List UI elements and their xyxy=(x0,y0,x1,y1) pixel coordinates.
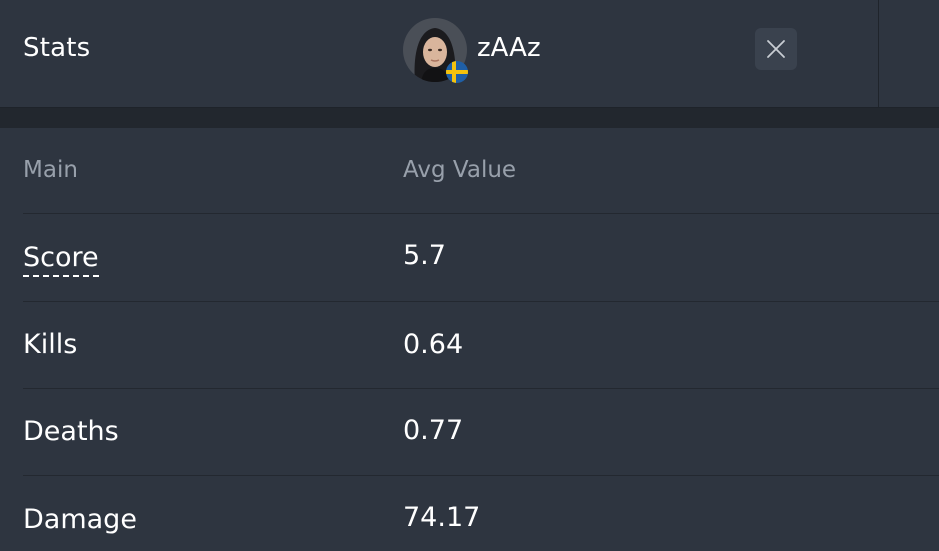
stat-value-deaths: 0.77 xyxy=(403,415,464,446)
player-info: zAAz xyxy=(403,18,541,83)
panel-title: Stats xyxy=(23,33,91,63)
stat-value-damage: 74.17 xyxy=(403,502,481,533)
stat-value-score: 5.7 xyxy=(403,240,446,271)
close-button[interactable] xyxy=(755,28,797,70)
header-divider xyxy=(878,0,879,107)
table-row: Deaths 0.77 xyxy=(0,389,939,477)
score-tooltip-label[interactable]: Score xyxy=(23,242,99,277)
stats-table: Main Avg Value Score 5.7 Kills 0.64 Deat… xyxy=(0,128,939,551)
column-header-avg-value: Avg Value xyxy=(403,157,517,183)
column-header-main: Main xyxy=(23,157,78,183)
stats-panel: Stats zAAz Main Avg Value Score 5.7 Kill… xyxy=(0,0,939,551)
close-icon xyxy=(767,40,785,58)
stat-label-kills: Kills xyxy=(23,329,78,360)
stat-value-kills: 0.64 xyxy=(403,329,464,360)
player-name[interactable]: zAAz xyxy=(477,31,541,65)
table-header: Main Avg Value xyxy=(0,128,939,214)
stat-label-damage: Damage xyxy=(23,504,137,535)
stat-label-score[interactable]: Score xyxy=(23,241,99,277)
stat-label-deaths: Deaths xyxy=(23,416,119,447)
section-separator xyxy=(0,108,939,128)
stats-header: Stats zAAz xyxy=(0,0,939,108)
sweden-flag-icon xyxy=(446,61,468,83)
table-row: Damage 74.17 xyxy=(0,476,939,551)
table-row: Score 5.7 xyxy=(0,214,939,302)
table-row: Kills 0.64 xyxy=(0,302,939,390)
avatar xyxy=(403,18,468,83)
